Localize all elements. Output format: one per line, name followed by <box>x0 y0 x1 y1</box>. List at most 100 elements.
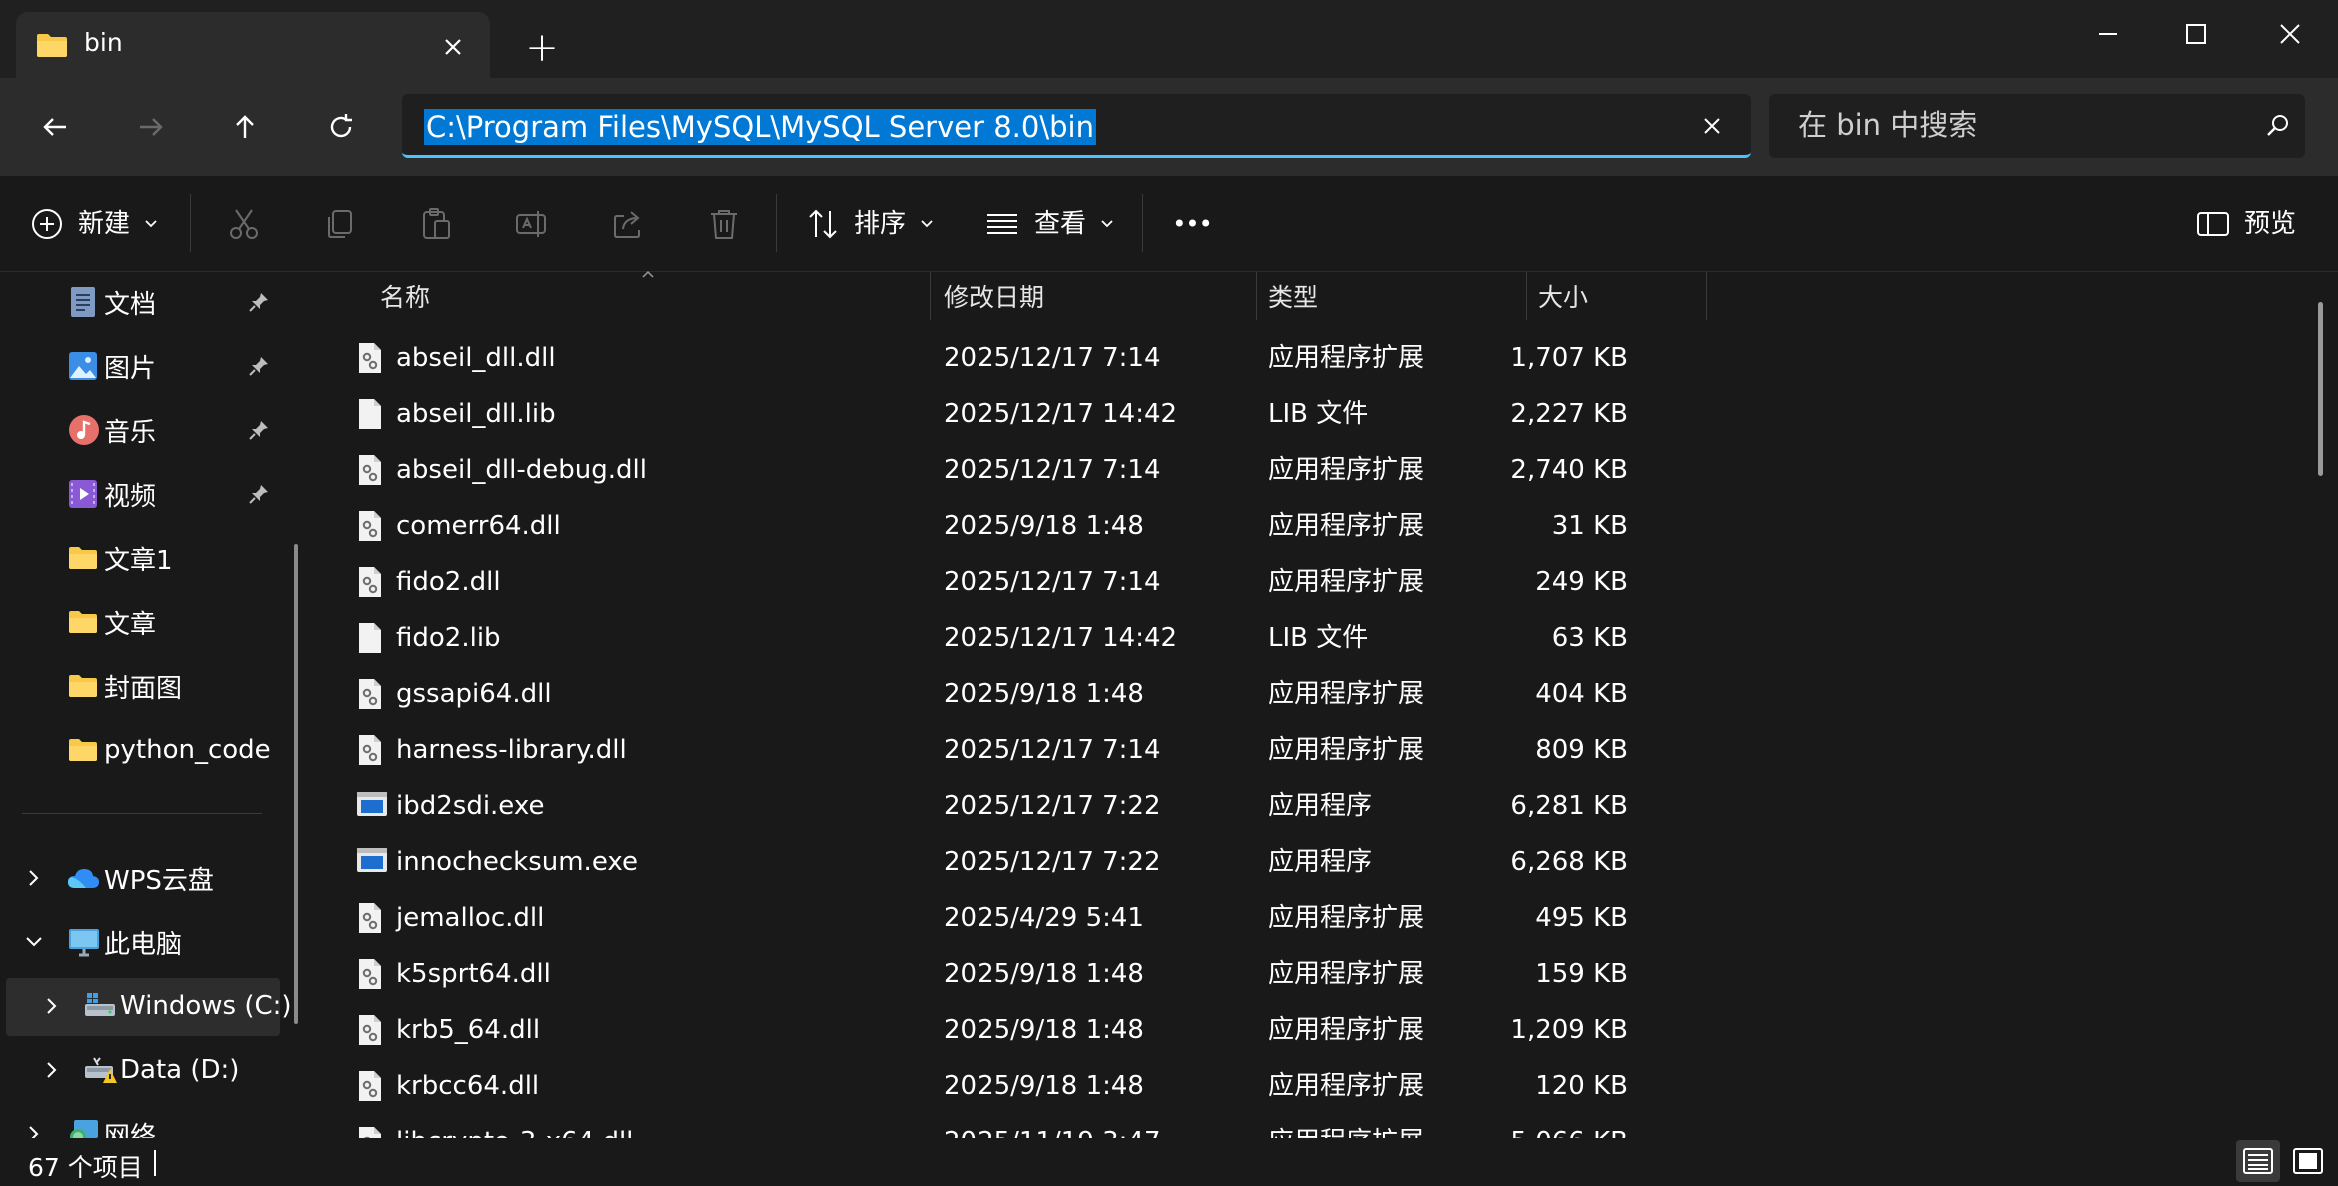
new-tab-button[interactable]: + <box>522 28 562 68</box>
file-row[interactable]: abseil_dll.dll 2025/12/17 7:14 应用程序扩展 1,707… <box>340 330 1700 386</box>
file-row[interactable]: abseil_dll.lib 2025/12/17 14:42 LIB 文件 2,22… <box>340 386 1700 442</box>
share-icon[interactable] <box>610 206 646 242</box>
details-view-button[interactable] <box>2236 1140 2280 1182</box>
sidebar-item-folder-article1[interactable]: 文章1 <box>0 528 280 588</box>
minimize-button[interactable] <box>2074 8 2142 60</box>
sidebar-item-pictures[interactable]: 图片 <box>0 336 280 396</box>
column-header-date[interactable]: 修改日期 <box>944 272 1044 320</box>
file-size: 1,707 KB <box>1510 343 1628 373</box>
file-row[interactable]: ibd2sdi.exe 2025/12/17 7:22 应用程序 6,281 KB <box>340 778 1700 834</box>
sidebar-item-folder-python-code[interactable]: python_code <box>0 720 280 780</box>
paste-icon[interactable] <box>418 206 454 242</box>
column-header-name[interactable]: 名称 <box>380 272 430 320</box>
dll-icon <box>356 958 384 990</box>
file-name: k5sprt64.dll <box>396 959 551 989</box>
clear-address-icon[interactable] <box>1698 112 1726 140</box>
rename-icon[interactable] <box>514 206 550 242</box>
new-button[interactable]: 新建 <box>30 204 158 244</box>
column-header-size[interactable]: 大小 <box>1538 272 1588 320</box>
search-icon[interactable] <box>2264 112 2292 140</box>
delete-icon[interactable] <box>706 206 742 242</box>
file-row[interactable]: innochecksum.exe 2025/12/17 7:22 应用程序 6,268… <box>340 834 1700 890</box>
file-row[interactable]: harness-library.dll 2025/12/17 7:14 应用程序扩展… <box>340 722 1700 778</box>
sidebar-scrollbar[interactable] <box>294 544 298 1024</box>
chevron-right-icon[interactable] <box>24 868 44 888</box>
column-header-type[interactable]: 类型 <box>1268 272 1318 320</box>
chevron-right-icon[interactable] <box>42 996 62 1016</box>
file-list-scrollbar[interactable] <box>2318 302 2323 476</box>
file-type: 应用程序扩展 <box>1268 455 1425 485</box>
folder-icon <box>68 738 98 762</box>
file-size: 159 KB <box>1535 959 1628 989</box>
file-name: jemalloc.dll <box>396 903 545 933</box>
file-row[interactable]: comerr64.dll 2025/9/18 1:48 应用程序扩展 31 KB <box>340 498 1700 554</box>
file-type: 应用程序扩展 <box>1268 903 1425 933</box>
sidebar-item-label: 音乐 <box>104 417 157 448</box>
file-row[interactable]: gssapi64.dll 2025/9/18 1:48 应用程序扩展 404 KB <box>340 666 1700 722</box>
view-label: 查看 <box>1034 209 1087 239</box>
sidebar-item-network[interactable]: 网络 <box>0 1104 280 1138</box>
cut-icon[interactable] <box>226 206 262 242</box>
file-modified-date: 2025/12/17 7:14 <box>944 343 1161 373</box>
pin-icon[interactable] <box>248 483 270 505</box>
sidebar-item-label: WPS云盘 <box>104 865 214 896</box>
file-modified-date: 2025/11/19 3:47 <box>944 1114 1161 1138</box>
close-window-button[interactable] <box>2256 8 2324 60</box>
file-size: 495 KB <box>1535 903 1628 933</box>
column-divider[interactable] <box>930 272 931 320</box>
chevron-right-icon[interactable] <box>42 1060 62 1080</box>
sidebar-item-drive-d[interactable]: Data (D:) <box>0 1040 280 1100</box>
refresh-button[interactable] <box>310 96 372 158</box>
file-modified-date: 2025/12/17 7:14 <box>944 567 1161 597</box>
file-row[interactable]: abseil_dll-debug.dll 2025/12/17 7:14 应用程序扩… <box>340 442 1700 498</box>
column-divider[interactable] <box>1526 272 1527 320</box>
sidebar-item-music[interactable]: 音乐 <box>0 400 280 460</box>
pin-icon[interactable] <box>248 419 270 441</box>
maximize-button[interactable] <box>2162 8 2230 60</box>
sidebar-item-label: 文档 <box>104 289 157 320</box>
column-divider[interactable] <box>1706 272 1707 320</box>
address-path[interactable]: C:\Program Files\MySQL\MySQL Server 8.0\… <box>424 109 1096 145</box>
wps-cloud-icon <box>66 866 100 890</box>
sidebar-item-label: Data (D:) <box>120 1055 240 1085</box>
preview-button[interactable]: 预览 <box>2196 204 2296 244</box>
sidebar-item-documents[interactable]: 文档 <box>0 272 280 332</box>
forward-button[interactable] <box>120 96 182 158</box>
file-modified-date: 2025/12/17 7:22 <box>944 791 1161 821</box>
sidebar-item-label: 网络 <box>104 1121 157 1139</box>
large-icons-view-button[interactable] <box>2286 1140 2330 1182</box>
file-row[interactable]: fido2.dll 2025/12/17 7:14 应用程序扩展 249 KB <box>340 554 1700 610</box>
chevron-right-icon[interactable] <box>24 1124 44 1138</box>
sidebar-item-label: 文章 <box>104 609 157 640</box>
up-button[interactable] <box>214 96 276 158</box>
back-button[interactable] <box>24 96 86 158</box>
sidebar-item-this-pc[interactable]: 此电脑 <box>0 912 280 972</box>
search-input[interactable]: 在 bin 中搜索 <box>1798 109 1977 142</box>
dll-icon <box>356 510 384 542</box>
dll-icon <box>356 454 384 486</box>
more-options-button[interactable]: ••• <box>1170 204 1214 244</box>
copy-icon[interactable] <box>322 206 358 242</box>
pin-icon[interactable] <box>248 291 270 313</box>
column-divider[interactable] <box>1256 272 1257 320</box>
sort-button[interactable]: 排序 <box>806 204 934 244</box>
chevron-down-icon[interactable] <box>24 932 44 952</box>
pin-icon[interactable] <box>248 355 270 377</box>
file-row[interactable]: jemalloc.dll 2025/4/29 5:41 应用程序扩展 495 KB <box>340 890 1700 946</box>
chevron-down-icon <box>1101 220 1113 228</box>
file-row[interactable]: libcrypto-3-x64.dll 2025/11/19 3:47 应用程序扩展… <box>340 1114 1700 1138</box>
close-tab-icon[interactable] <box>438 32 468 62</box>
file-row[interactable]: k5sprt64.dll 2025/9/18 1:48 应用程序扩展 159 KB <box>340 946 1700 1002</box>
music-icon <box>68 414 100 446</box>
sidebar-item-folder-cover[interactable]: 封面图 <box>0 656 280 716</box>
file-row[interactable]: fido2.lib 2025/12/17 14:42 LIB 文件 63 KB <box>340 610 1700 666</box>
file-row[interactable]: krbcc64.dll 2025/9/18 1:48 应用程序扩展 120 KB <box>340 1058 1700 1114</box>
sort-icon <box>809 209 837 239</box>
view-button[interactable]: 查看 <box>984 204 1114 244</box>
sidebar-item-wps-cloud[interactable]: WPS云盘 <box>0 848 280 908</box>
file-size: 6,281 KB <box>1510 791 1628 821</box>
sidebar-item-videos[interactable]: 视频 <box>0 464 280 524</box>
file-row[interactable]: krb5_64.dll 2025/9/18 1:48 应用程序扩展 1,209 KB <box>340 1002 1700 1058</box>
sidebar-item-drive-c[interactable]: Windows (C:) <box>0 976 292 1036</box>
sidebar-item-folder-article[interactable]: 文章 <box>0 592 280 652</box>
